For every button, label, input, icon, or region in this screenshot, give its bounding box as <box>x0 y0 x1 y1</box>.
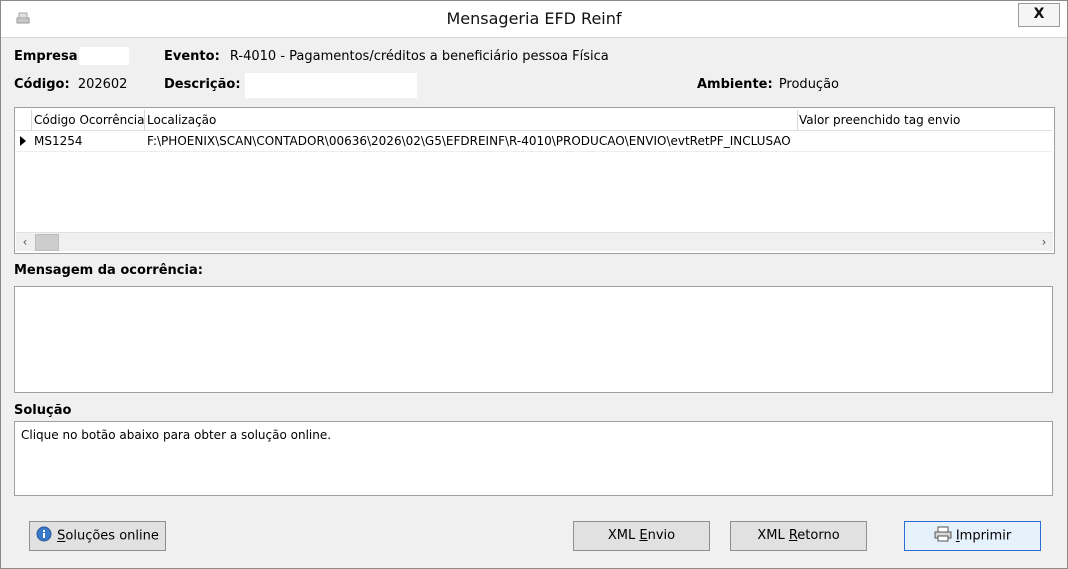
printer-icon <box>934 522 952 550</box>
descricao-value-redacted <box>245 73 417 98</box>
empresa-value-redacted <box>79 47 129 65</box>
row-header-column <box>15 110 32 130</box>
occurrence-grid[interactable]: Código Ocorrência Localização Valor pree… <box>14 107 1055 254</box>
xml-envio-button[interactable]: XML Envio <box>573 521 710 551</box>
header-divider <box>15 130 1052 131</box>
horizontal-scrollbar[interactable]: ‹ › <box>16 232 1053 251</box>
cell-valor <box>799 132 1049 150</box>
ambiente-label: Ambiente: <box>697 77 773 92</box>
codigo-label: Código: <box>14 77 70 92</box>
row-divider <box>15 151 1052 152</box>
imprimir-button[interactable]: Imprimir <box>904 521 1041 551</box>
scroll-thumb[interactable] <box>35 234 59 251</box>
mensagem-label: Mensagem da ocorrência: <box>14 263 203 278</box>
cell-localizacao: F:\PHOENIX\SCAN\CONTADOR\00636\2026\02\G… <box>147 134 791 148</box>
scroll-left-icon[interactable]: ‹ <box>16 233 34 251</box>
solucao-label: Solução <box>14 403 72 418</box>
evento-value: R-4010 - Pagamentos/créditos a beneficiá… <box>229 49 609 64</box>
ambiente-row: Ambiente: Produção <box>697 77 839 92</box>
dialog-window: Mensageria EFD Reinf X Empresa: Evento: … <box>0 0 1068 569</box>
solucao-textarea[interactable]: Clique no botão abaixo para obter a solu… <box>14 421 1053 496</box>
row-indicator-icon <box>19 132 31 150</box>
codigo-value: 202602 <box>77 77 128 92</box>
mensagem-textarea[interactable] <box>14 286 1053 393</box>
window-title: Mensageria EFD Reinf <box>446 9 622 28</box>
descricao-label: Descrição: <box>164 77 241 92</box>
column-header-valor[interactable]: Valor preenchido tag envio <box>798 110 1053 130</box>
codigo-row: Código: 202602 <box>14 77 127 92</box>
cell-codigo: MS1254 <box>34 134 83 148</box>
close-button[interactable]: X <box>1018 3 1060 27</box>
column-header-codigo[interactable]: Código Ocorrência <box>33 110 145 130</box>
info-icon <box>36 522 52 550</box>
solucoes-online-button[interactable]: Soluções online <box>29 521 166 551</box>
xml-retorno-button[interactable]: XML Retorno <box>730 521 867 551</box>
column-header-localizacao[interactable]: Localização <box>146 110 798 130</box>
empresa-label: Empresa: <box>14 49 83 64</box>
title-bar[interactable]: Mensageria EFD Reinf X <box>1 1 1067 38</box>
ambiente-value: Produção <box>778 77 839 92</box>
solucao-text: Clique no botão abaixo para obter a solu… <box>21 428 332 442</box>
evento-label: Evento: <box>164 49 220 64</box>
evento-row: Evento: R-4010 - Pagamentos/créditos a b… <box>164 49 609 64</box>
scroll-right-icon[interactable]: › <box>1035 233 1053 251</box>
